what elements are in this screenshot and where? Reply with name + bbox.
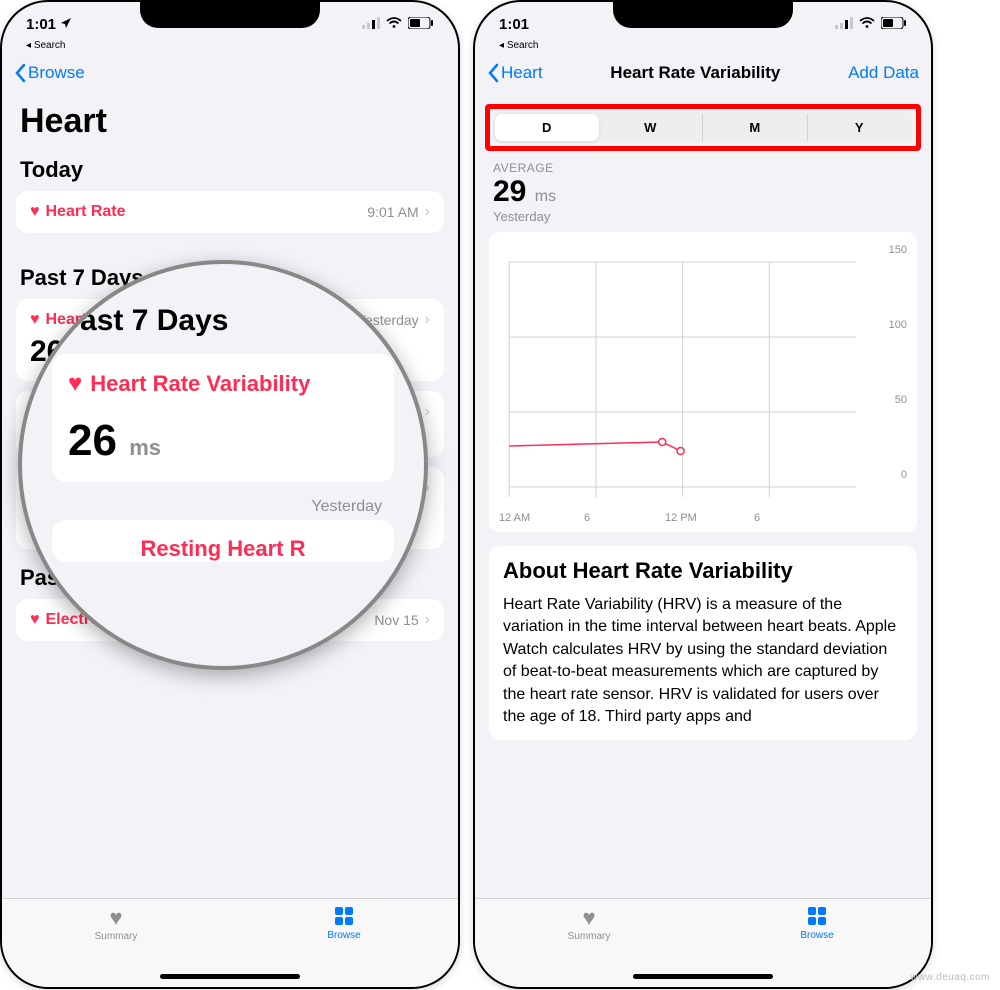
mag-resting-name: Resting Heart R [68, 536, 378, 562]
status-time: 1:01 [26, 16, 56, 33]
average-value: 29 [493, 175, 526, 208]
tab-browse[interactable]: Browse [777, 905, 857, 941]
home-indicator[interactable] [633, 974, 773, 979]
magnifier-overlay: Past 7 Days ♥ Heart Rate Variability 26 … [18, 260, 428, 670]
segment-day[interactable]: D [495, 114, 599, 141]
notch [613, 2, 793, 28]
segment-year[interactable]: Y [808, 114, 912, 141]
heart-icon: ♥ [68, 370, 82, 398]
chevron-right-icon: › [425, 611, 430, 629]
add-data-button[interactable]: Add Data [848, 63, 919, 83]
mag-section-title: Past 7 Days [60, 304, 386, 338]
status-time: 1:01 [499, 16, 529, 33]
heart-icon: ♥ [109, 905, 122, 931]
breadcrumb-search[interactable]: Search [507, 40, 539, 51]
cell-signal-icon [362, 16, 380, 33]
nav-bar: Heart Heart Rate Variability Add Data [475, 51, 931, 95]
grid-icon [333, 905, 355, 930]
tab-browse[interactable]: Browse [304, 905, 384, 941]
breadcrumb-search[interactable]: Search [34, 40, 66, 51]
tab-label: Browse [800, 930, 833, 941]
time-range-segmented[interactable]: D W M Y [493, 112, 913, 143]
heart-icon: ♥ [30, 611, 40, 629]
breadcrumb-caret[interactable]: ◂ [499, 40, 507, 51]
grid-icon [806, 905, 828, 930]
chevron-right-icon: › [425, 203, 430, 221]
x-tick: 6 [584, 512, 590, 524]
nav-bar: Browse [2, 51, 458, 95]
metric-name: Heart Rate [46, 203, 126, 221]
heart-icon: ♥ [582, 905, 595, 931]
mag-metric-name: Heart Rate Variability [90, 371, 310, 397]
about-body: Heart Rate Variability (HRV) is a measur… [503, 594, 903, 728]
mag-unit: ms [129, 435, 161, 460]
y-tick: 0 [901, 469, 907, 481]
back-label: Heart [501, 63, 543, 83]
heart-icon: ♥ [30, 203, 40, 221]
battery-icon [408, 16, 434, 33]
y-tick: 150 [889, 244, 907, 256]
heart-icon: ♥ [30, 311, 40, 329]
nav-title: Heart Rate Variability [610, 63, 780, 83]
chevron-right-icon: › [425, 403, 430, 421]
content-right: D W M Y AVERAGE 29 ms Yesterday [475, 102, 931, 905]
breadcrumb-caret[interactable]: ◂ [26, 40, 34, 51]
page-title: Heart [20, 102, 440, 141]
tab-summary[interactable]: ♥ Summary [549, 905, 629, 942]
tab-summary[interactable]: ♥ Summary [76, 905, 156, 942]
segment-month[interactable]: M [703, 114, 808, 141]
phone-right: 1:01 ◂ Search Heart Heart Rate Variabili… [473, 0, 933, 989]
card-heart-rate[interactable]: ♥ Heart Rate 9:01 AM › [16, 191, 444, 233]
x-tick: 12 PM [665, 512, 697, 524]
cell-signal-icon [835, 16, 853, 33]
back-button[interactable]: Heart [487, 63, 543, 83]
watermark: www.deuaq.com [910, 972, 990, 983]
chevron-right-icon: › [425, 311, 430, 329]
mag-timestamp: Yesterday [64, 498, 382, 516]
y-tick: 50 [895, 394, 907, 406]
timestamp: 9:01 AM [367, 204, 418, 220]
tab-label: Browse [327, 930, 360, 941]
about-title: About Heart Rate Variability [503, 558, 903, 584]
average-unit: ms [535, 188, 556, 205]
location-icon [60, 16, 72, 33]
segmented-highlight: D W M Y [485, 104, 921, 151]
battery-icon [881, 16, 907, 33]
notch [140, 2, 320, 28]
back-button[interactable]: Browse [14, 63, 85, 83]
average-label: AVERAGE [493, 161, 931, 175]
x-tick: 6 [754, 512, 760, 524]
x-tick: 12 AM [499, 512, 530, 524]
chart-svg [499, 242, 907, 522]
y-tick: 100 [889, 319, 907, 331]
tab-label: Summary [568, 931, 611, 942]
mag-card-hrv[interactable]: ♥ Heart Rate Variability 26 ms [52, 354, 394, 482]
about-card: About Heart Rate Variability Heart Rate … [489, 546, 917, 740]
wifi-icon [859, 16, 875, 33]
hrv-chart[interactable]: 150 100 50 0 12 AM 6 12 PM 6 [489, 232, 917, 532]
wifi-icon [386, 16, 402, 33]
section-today: Today [20, 157, 440, 183]
mag-value: 26 [68, 416, 117, 465]
home-indicator[interactable] [160, 974, 300, 979]
segment-week[interactable]: W [599, 114, 704, 141]
back-label: Browse [28, 63, 85, 83]
average-subtitle: Yesterday [493, 209, 913, 224]
timestamp: Nov 15 [374, 612, 418, 628]
tab-label: Summary [95, 931, 138, 942]
